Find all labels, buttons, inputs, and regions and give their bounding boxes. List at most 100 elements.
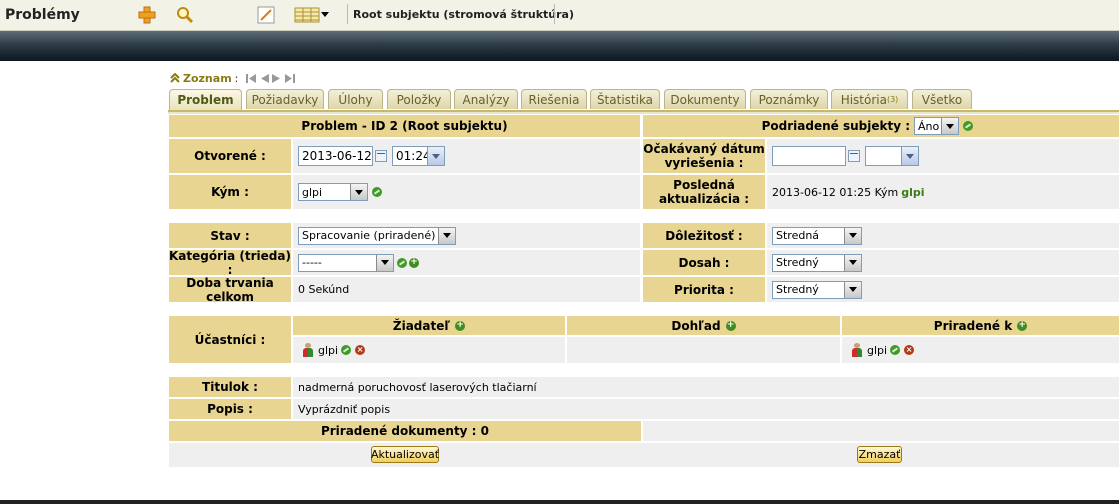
by-user-select[interactable]: glpi: [298, 183, 368, 201]
assigned-header: Priradené k +: [842, 316, 1119, 335]
last-update-cell: 2013-06-12 01:25 Kým glpi: [767, 175, 1119, 209]
expected-time-select[interactable]: [865, 146, 919, 166]
expected-date-cell: [767, 139, 1119, 173]
nav-colon: :: [234, 71, 239, 85]
delete-icon[interactable]: ×: [355, 345, 366, 355]
category-label: Kategória (trieda) :: [169, 248, 291, 277]
child-subjects-select[interactable]: Áno: [914, 117, 959, 135]
first-record-icon[interactable]: [246, 73, 257, 83]
opened-label: Otvorené :: [169, 139, 291, 173]
add-observer-icon[interactable]: +: [725, 320, 736, 331]
link-icon[interactable]: [372, 187, 382, 197]
delete-button[interactable]: Zmazať: [857, 446, 902, 463]
chevron-down-icon: [844, 227, 861, 244]
breadcrumb: Zoznam :: [170, 71, 296, 85]
header-band: [0, 31, 1119, 61]
chevron-down-icon: [427, 147, 444, 165]
opened-cell: 2013-06-12 01:24: [293, 139, 640, 173]
priority-select[interactable]: Stredný: [772, 280, 862, 299]
opened-time-select[interactable]: 01:24: [392, 146, 445, 166]
previous-record-icon[interactable]: [259, 73, 270, 83]
status-cell: Spracovanie (priradené): [293, 223, 640, 248]
chevron-down-icon: [350, 184, 367, 200]
requester-user[interactable]: glpi: [318, 344, 338, 357]
add-requester-icon[interactable]: +: [455, 320, 466, 331]
last-record-icon[interactable]: [285, 73, 296, 83]
assigned-cell: glpi ×: [842, 337, 1119, 363]
duration-label: Doba trvania celkom: [169, 276, 291, 304]
requester-header: Žiadateľ +: [293, 316, 565, 335]
requester-cell: glpi ×: [293, 337, 565, 363]
tab-problem[interactable]: Problem: [169, 89, 242, 110]
chevron-down-icon: [901, 147, 918, 165]
status-select[interactable]: Spracovanie (priradené): [298, 226, 456, 245]
importance-label: Dôležitosť :: [643, 223, 765, 248]
link-icon[interactable]: [397, 257, 407, 268]
description-label: Popis :: [169, 399, 291, 419]
user-icon: [852, 343, 862, 357]
tab-analyses[interactable]: Analýzy: [454, 89, 518, 109]
by-label: Kým :: [169, 175, 291, 209]
importance-select[interactable]: Stredná: [772, 226, 862, 245]
participants-label: Účastníci :: [169, 316, 291, 363]
link-icon[interactable]: [963, 121, 973, 131]
observer-header: Dohľad +: [567, 316, 840, 335]
tab-notes[interactable]: Poznámky: [750, 89, 828, 109]
category-select[interactable]: -----: [298, 253, 394, 272]
chevron-down-icon: [844, 281, 861, 298]
opened-date-input[interactable]: 2013-06-12: [298, 146, 373, 166]
chevron-down-icon: [376, 254, 393, 271]
subject-label: Titulok :: [169, 377, 291, 397]
documents-empty: [643, 421, 1119, 441]
assigned-user[interactable]: glpi: [867, 344, 887, 357]
last-update-text: 2013-06-12 01:25 Kým: [772, 185, 899, 199]
toolbar-separator: [554, 4, 555, 24]
chevron-down-icon: [844, 254, 861, 271]
link-icon[interactable]: [890, 345, 901, 355]
root-entity-label: Root subjektu (stromová štruktúra): [353, 8, 574, 21]
reach-select[interactable]: Stredný: [772, 253, 862, 272]
chevron-down-icon: [438, 227, 455, 244]
observer-cell: [567, 337, 840, 363]
action-row: [169, 443, 1119, 467]
priority-cell: Stredný: [767, 277, 1119, 302]
reach-cell: Stredný: [767, 250, 1119, 275]
link-icon[interactable]: [341, 345, 352, 355]
add-assigned-icon[interactable]: +: [1017, 320, 1028, 331]
tab-underline: [168, 112, 1119, 114]
calendar-icon[interactable]: [848, 150, 860, 162]
edit-icon[interactable]: [256, 5, 276, 25]
up-arrow-icon: [170, 73, 180, 83]
next-record-icon[interactable]: [272, 73, 282, 83]
toolbar-separator: [347, 4, 348, 24]
tab-requests[interactable]: Požiadavky: [246, 89, 324, 109]
last-update-user[interactable]: glpi: [901, 186, 924, 199]
tab-tasks[interactable]: Úlohy: [328, 89, 383, 109]
expected-date-input[interactable]: [772, 146, 846, 166]
update-button[interactable]: Aktualizovať: [371, 446, 439, 463]
chevron-down-icon: [941, 118, 958, 134]
list-view-icon[interactable]: [294, 5, 330, 25]
app-title: Problémy: [5, 7, 80, 23]
tab-statistics[interactable]: Štatistika: [590, 89, 660, 109]
user-icon: [303, 343, 313, 357]
category-cell: ----- +: [293, 250, 640, 275]
search-icon[interactable]: [175, 5, 195, 25]
calendar-icon[interactable]: [375, 150, 387, 162]
status-label: Stav :: [169, 223, 291, 248]
by-cell: glpi: [293, 175, 640, 209]
add-icon[interactable]: [137, 5, 157, 25]
importance-cell: Stredná: [767, 223, 1119, 248]
tab-items[interactable]: Položky: [387, 89, 451, 109]
tab-solutions[interactable]: Riešenia: [521, 89, 587, 109]
tab-all[interactable]: Všetko: [912, 89, 972, 109]
delete-icon[interactable]: ×: [904, 345, 915, 355]
top-toolbar: Problémy Root subjektu (stromová štruktú…: [0, 0, 1119, 31]
tab-history[interactable]: História (3): [831, 89, 908, 109]
add-category-icon[interactable]: +: [409, 257, 419, 268]
last-update-label: Posledná aktualizácia :: [643, 175, 765, 209]
duration-value: 0 Sekúnd: [293, 277, 640, 302]
tab-documents[interactable]: Dokumenty: [664, 89, 746, 109]
attached-documents-header: Priradené dokumenty : 0: [169, 421, 641, 441]
list-link[interactable]: Zoznam: [183, 72, 232, 85]
